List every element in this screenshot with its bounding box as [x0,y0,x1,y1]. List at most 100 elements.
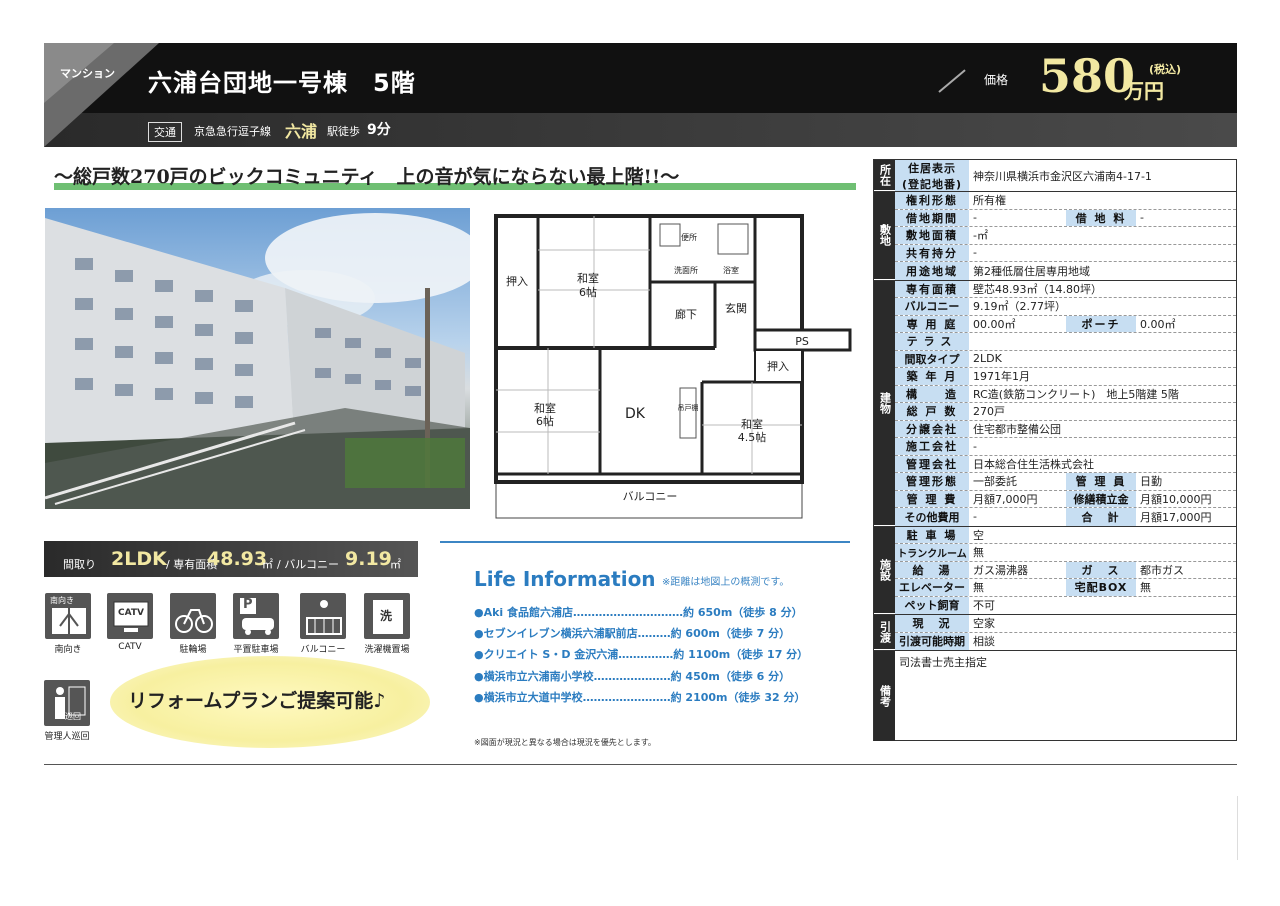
plan-washitsu-b-size: 6帖 [536,415,554,428]
spec-value: 不可 [973,599,995,613]
plan-toilet: 便所 [681,232,697,242]
category-land: 敷地 [874,192,895,280]
south-facing-icon: 南向き [45,593,91,639]
address-value: 神奈川県横浜市金沢区六浦南4-17-1 [973,169,1152,183]
spec-value: 月額17,000円 [1140,510,1212,524]
price-value: 580 [1039,49,1136,103]
plan-tsuri: 吊戸棚 [678,403,699,412]
spec-row: 築 年 月 1971年1月 [895,368,1236,386]
spec-row-address: 住居表示 (登記地番) 神奈川県横浜市金沢区六浦南4-17-1 [895,160,1236,191]
spec-label: ガ ス [1066,561,1136,578]
spec-label: 管 理 費 [895,490,969,507]
spec-value: 住宅都市整備公団 [973,422,1061,436]
spec-row: 専 用 庭 00.00㎡ ポーチ 0.00㎡ [895,315,1236,333]
spec-row: エレベーター無宅配BOX 無 [895,579,1236,597]
section-location: 所在 住居表示 (登記地番) 神奈川県横浜市金沢区六浦南4-17-1 [874,160,1236,191]
address-label-line2: (登記地番) [901,177,963,191]
plan-washitsu-45: 和室 [741,417,763,431]
spec-row: 用途地域 第2種低層住居専用地域 [895,262,1236,280]
spec-label: 管 理 員 [1066,473,1136,490]
spec-label: その他費用 [895,508,969,526]
life-note: ※距離は地図上の概測です。 [662,577,790,588]
balcony-value: 9.19 [345,548,392,570]
spec-label: 築 年 月 [895,368,969,385]
spec-row: 共有持分 - [895,244,1236,262]
life-item: ●クリエイト S・D 金沢六浦……………約 1100m（徒歩 17 分） [474,648,809,661]
spec-label: 駐 車 場 [895,526,969,543]
spec-label: テラス [895,333,969,350]
category-handover: 引渡 [874,615,895,650]
plan-washitsu-a-size: 6帖 [579,286,597,299]
spec-row: 駐 車 場空 [895,526,1236,544]
spec-value: 9.19㎡（2.77坪） [973,300,1066,314]
spec-value: 無 [973,546,984,560]
madori-label: 間取り [63,558,96,571]
spec-label: トランクルーム [895,544,969,561]
traffic-line: 京急急行逗子線 [194,125,271,138]
property-type: マンション [60,67,115,80]
spec-label: 間取タイプ [895,350,969,367]
feature-label-manager: 管理人巡回 [44,732,90,742]
spec-row: 管理形態 一部委託 管 理 員日勤 [895,473,1236,491]
remarks-text: 司法書士売主指定 [899,656,987,669]
catv-icon: CATV [107,593,153,639]
catv-badge: CATV [118,608,144,618]
madori-value: 2LDK [111,548,167,570]
category-facility: 施設 [874,526,895,614]
plan-washitsu-b: 和室 [534,401,556,415]
life-divider [440,541,850,543]
category-remarks: 備考 [874,651,895,741]
spec-value: 0.00㎡ [1140,317,1176,331]
area-value: 48.93 [207,548,268,570]
life-item: ●横浜市立六浦南小学校…………………約 450m（徒歩 6 分） [474,670,791,683]
spec-label: 専有面積 [895,280,969,297]
spec-row: ペット飼育 不可 [895,596,1236,614]
spec-row: 権利形態 所有権 [895,192,1236,210]
plan-rouka: 廊下 [675,307,697,321]
spec-label: 管理会社 [895,455,969,472]
life-item: ●横浜市立大道中学校……………………約 2100m（徒歩 32 分） [474,691,806,704]
spec-label: 合 計 [1066,508,1136,526]
spec-label: 引渡可能時期 [895,632,969,650]
spec-label: 給 湯 [895,561,969,578]
traffic-station: 六浦 [285,122,318,141]
section-building: 建物 専有面積 壁芯48.93㎡（14.80坪） バルコニー 9.19㎡（2.77坪… [874,279,1236,526]
plan-yokushitsu: 浴室 [723,265,739,275]
spec-value: 壁芯48.93㎡（14.80坪） [973,282,1102,296]
spec-value: - [973,439,977,453]
spec-label: 現 況 [895,615,969,632]
price-tax-note: (税込) [1149,63,1182,76]
manager-patrol-badge: 巡回 [65,712,81,721]
spec-row: 引渡可能時期 相談 [895,632,1236,650]
washer-icon: 洗 [364,593,410,639]
spec-value: 00.00㎡ [973,317,1016,331]
section-remarks: 備考 司法書士売主指定 [874,650,1236,741]
address-label-line1: 住居表示 [908,161,956,175]
spec-row: 構 造 RC造(鉄筋コンクリート) 地上5階建 5階 [895,385,1236,403]
spec-value: 第2種低層住居専用地域 [973,264,1090,278]
spec-value: 相談 [973,635,995,649]
spec-value: 月額10,000円 [1140,492,1212,506]
spec-value: 都市ガス [1140,563,1184,577]
spec-row: テラス [895,333,1236,351]
category-location: 所在 [874,160,895,191]
spec-label: 宅配BOX [1066,579,1136,596]
area-unit: ㎡ [262,558,273,571]
balcony-label: / バルコニー [277,558,339,571]
life-title: Life Information [474,567,656,591]
spec-value: 無 [973,581,984,595]
traffic-tag: 交通 [148,122,182,142]
washer-badge: 洗 [380,609,393,623]
floor-plan: 押入 和室 6帖 便所 洗面所 浴室 廊下 玄関 PS 押入 和室 6帖 DK … [490,210,852,522]
parking-badge: P [243,597,253,612]
building-photo [45,208,470,509]
plan-senmen: 洗面所 [674,265,698,275]
property-spec-table: 所在 住居表示 (登記地番) 神奈川県横浜市金沢区六浦南4-17-1 敷地 権利… [873,159,1237,741]
bottom-divider [44,764,1237,765]
spec-label: 共有持分 [895,244,969,261]
spec-row: 総 戸 数 270戸 [895,403,1236,421]
property-header: マンション 六浦台団地一号棟 5階 価格 580 万円 (税込) 交通 京急急行… [44,43,1237,147]
property-title: 六浦台団地一号棟 5階 [148,69,416,97]
spec-value: - [1140,211,1144,225]
spec-row: 給 湯ガス湯沸器 ガ ス都市ガス [895,561,1236,579]
